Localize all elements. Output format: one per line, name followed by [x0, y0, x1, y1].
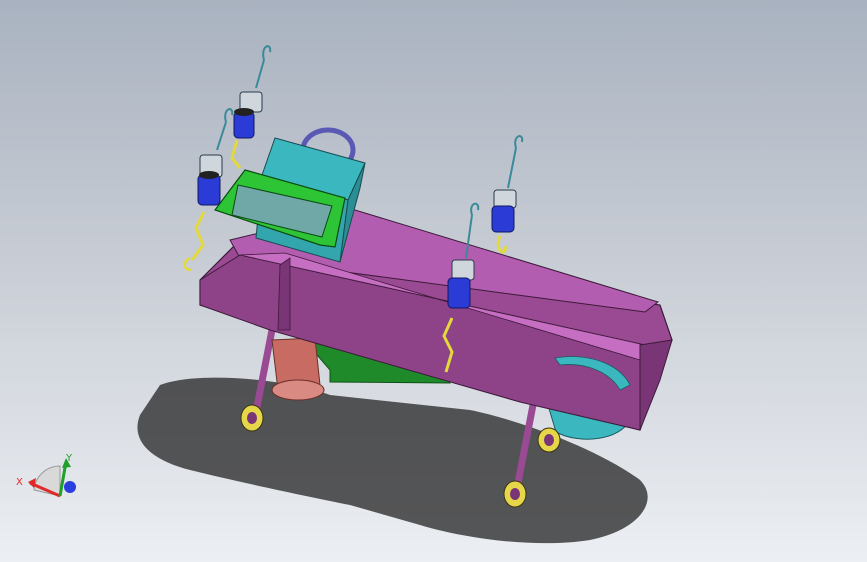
axis-triad-icon: X Y [16, 453, 76, 498]
axis-y-label: Y [65, 453, 73, 464]
axis-x-label: X [16, 477, 23, 488]
suspension-spring-3[interactable] [491, 135, 524, 254]
outlet-spout[interactable] [271, 337, 325, 401]
model-scene[interactable]: X Y [0, 0, 867, 562]
suspension-spring-2[interactable] [183, 108, 234, 272]
wheel-front-center[interactable] [537, 427, 561, 453]
cad-viewport[interactable]: X Y [0, 0, 867, 562]
wheel-rear-left[interactable] [240, 404, 264, 432]
wheel-front-right[interactable] [503, 480, 527, 508]
suspension-spring-1[interactable] [230, 45, 272, 169]
